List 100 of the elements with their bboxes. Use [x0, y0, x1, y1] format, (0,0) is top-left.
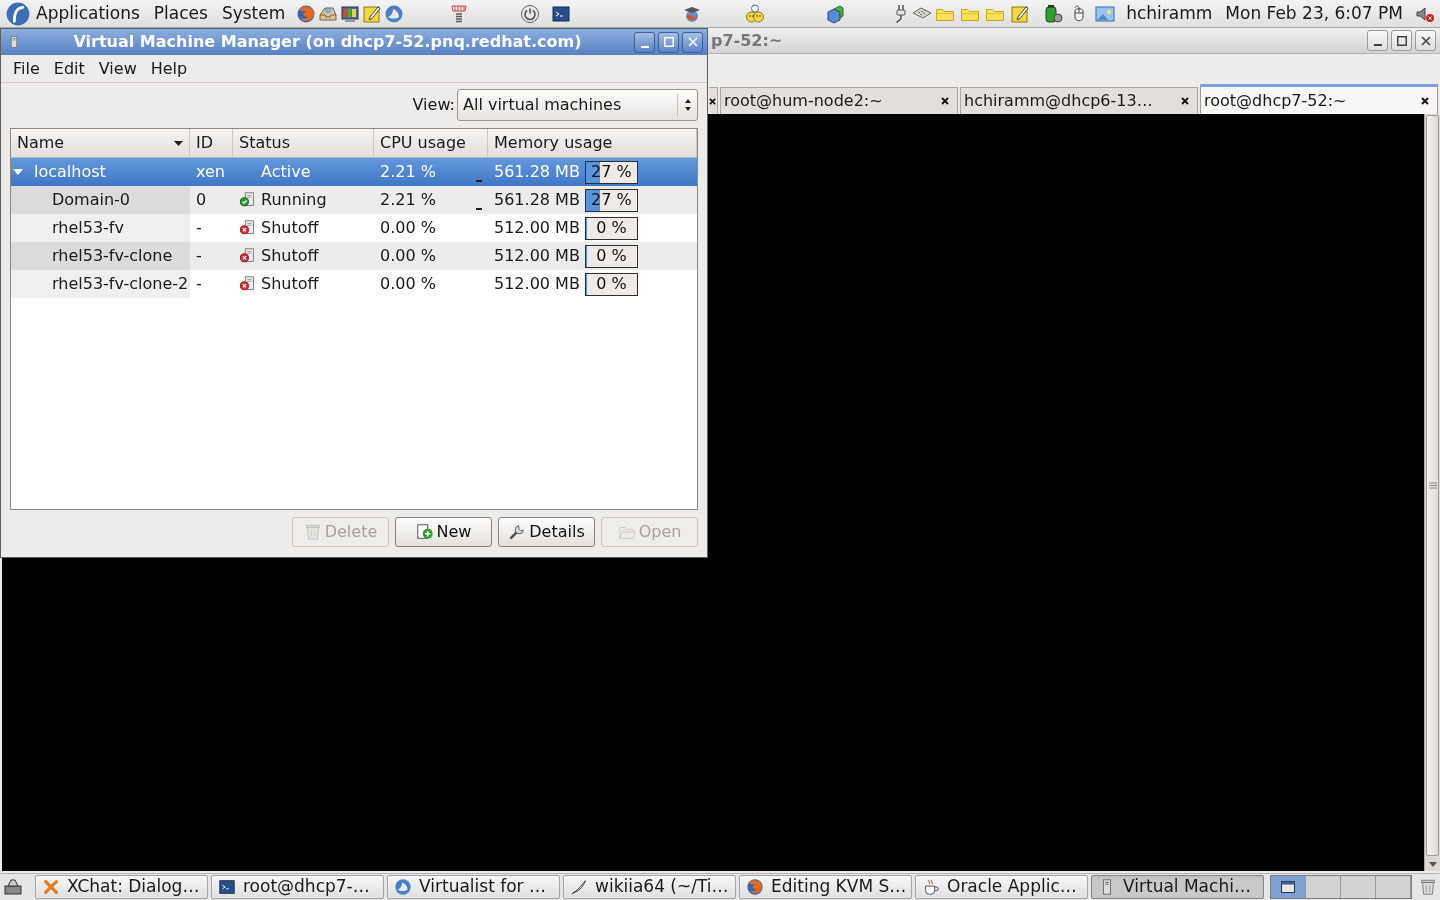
close-icon[interactable]: [1181, 97, 1189, 105]
task-button[interactable]: wikiia64 (~/Ti…: [563, 875, 736, 899]
close-button[interactable]: [682, 31, 703, 53]
smiley-faces-icon[interactable]: [745, 3, 766, 24]
task-button[interactable]: Oracle Applic…: [915, 875, 1088, 899]
view-dropdown[interactable]: All virtual machines: [457, 89, 698, 121]
vm-status: Shutoff: [261, 245, 319, 267]
trash-icon[interactable]: [1419, 877, 1437, 897]
terminal-tab[interactable]: [709, 87, 718, 114]
vm-name: localhost: [34, 161, 106, 183]
terminal-icon: [218, 878, 236, 896]
minimize-icon: [640, 45, 649, 48]
menu-item[interactable]: Help: [144, 56, 194, 81]
mini-window-icon: [1281, 881, 1295, 893]
window-title: Virtual Machine Manager (on dhcp7-52.pnq.redhat.com): [72, 31, 583, 53]
table-cell-text: -: [195, 273, 203, 295]
monitor-icon[interactable]: [340, 3, 361, 24]
vm-name: rhel53-fv: [52, 217, 124, 239]
x-mark-icon: [42, 878, 60, 896]
memory-usage: 561.28 MB: [494, 161, 580, 183]
terminal-tab[interactable]: hchiramm@dhcp6-13…: [960, 87, 1198, 114]
globe-icon[interactable]: [296, 3, 317, 24]
server-cross-icon: [239, 275, 257, 293]
task-button[interactable]: Virtualist for …: [387, 875, 560, 899]
picture-icon[interactable]: [1093, 3, 1118, 24]
panel-menu[interactable]: Applications: [30, 0, 146, 27]
vm-status: Shutoff: [261, 217, 319, 239]
maximize-button[interactable]: [658, 31, 679, 53]
clock[interactable]: Mon Feb 23, 6:07 PM: [1221, 0, 1407, 27]
close-icon: [1420, 35, 1431, 46]
memory-percent: 0 %: [596, 273, 627, 295]
boxes-icon[interactable]: [825, 3, 846, 24]
task-button[interactable]: Editing KVM S…: [739, 875, 912, 899]
maximize-button[interactable]: [1391, 30, 1412, 51]
terminal-icon[interactable]: [551, 3, 572, 24]
task-button[interactable]: Virtual Machi…: [1091, 875, 1264, 899]
server-check-icon: [239, 191, 257, 209]
minimize-button[interactable]: [634, 31, 655, 53]
memory-usage: 512.00 MB: [494, 273, 580, 295]
cpu-usage: 0.00 %: [380, 245, 436, 267]
details-button[interactable]: Details: [498, 517, 595, 547]
trash-icon: [303, 523, 322, 541]
scrollbar[interactable]: [1424, 114, 1440, 871]
expander-icon[interactable]: [13, 169, 23, 175]
server-cross-icon: [239, 247, 257, 265]
panel-menu[interactable]: Places: [147, 0, 214, 27]
close-button[interactable]: [1415, 30, 1436, 51]
close-icon[interactable]: [1421, 96, 1429, 105]
terminal-tab[interactable]: root@hum-node2:~: [720, 87, 958, 114]
column-header[interactable]: ID: [190, 129, 233, 157]
quill-icon: [570, 878, 588, 896]
maximize-icon: [1396, 35, 1407, 46]
menu-item[interactable]: View: [92, 56, 143, 81]
globe-icon: [746, 878, 764, 896]
vm-name: rhel53-fv-clone-2: [52, 273, 189, 295]
globe-swirl-icon[interactable]: [384, 3, 405, 24]
workspace-button[interactable]: [1271, 876, 1306, 898]
column-header[interactable]: Status: [233, 129, 374, 157]
minimize-button[interactable]: [1367, 30, 1388, 51]
table-row[interactable]: rhel53-fv-clone - Shutoff 0.00 % 512.00 MB 0 %: [11, 242, 697, 270]
cpu-usage: 0.00 %: [380, 273, 436, 295]
menu-item[interactable]: File: [7, 56, 46, 81]
notepad-pencil-icon[interactable]: [1010, 3, 1031, 24]
round-logo-icon[interactable]: [6, 1, 30, 26]
window-title: p7-52:~: [711, 29, 783, 52]
new-button[interactable]: New: [395, 517, 492, 547]
column-header[interactable]: Memory usage: [488, 129, 697, 157]
cpu-usage: 0.00 %: [380, 217, 436, 239]
vm-status: Shutoff: [261, 273, 319, 295]
power-icon[interactable]: [520, 3, 541, 24]
terminal-tab[interactable]: root@dhcp7-52:~: [1200, 84, 1438, 114]
minimize-icon: [1373, 44, 1382, 46]
vm-name: rhel53-fv-clone: [52, 245, 173, 267]
user-name[interactable]: hchiramm: [1122, 0, 1217, 27]
column-header[interactable]: Name: [11, 129, 190, 157]
grip-icon: [1428, 482, 1437, 489]
cpu-usage: 2.21 %: [380, 189, 436, 211]
table-cell-text: -: [195, 245, 203, 267]
memory-usage: 512.00 MB: [494, 245, 580, 267]
table-cell-text: xen: [195, 161, 226, 183]
memory-usage: 561.28 MB: [494, 189, 580, 211]
globe-swirl-icon: [394, 878, 412, 896]
maximize-icon: [663, 37, 674, 47]
close-icon[interactable]: [709, 97, 716, 105]
notepad-pencil-icon[interactable]: [362, 3, 383, 24]
view-label: View:: [412, 94, 455, 116]
close-icon[interactable]: [941, 97, 949, 105]
task-button[interactable]: XChat: Dialog…: [35, 875, 208, 899]
column-header[interactable]: CPU usage: [374, 129, 488, 157]
task-button[interactable]: root@dhcp7-…: [211, 875, 384, 899]
canister-icon[interactable]: [1043, 3, 1064, 24]
menu-item[interactable]: Edit: [47, 56, 91, 81]
close-icon: [687, 37, 698, 47]
cpu-usage: 2.21 %: [380, 161, 436, 183]
basket-icon[interactable]: [3, 877, 23, 897]
scrollbar-thumb[interactable]: [1426, 115, 1439, 856]
cup-icon: [922, 878, 940, 896]
down-arrow-icon[interactable]: [1428, 861, 1437, 867]
spring-icon[interactable]: [449, 3, 470, 24]
panel-menu[interactable]: System: [215, 0, 292, 27]
